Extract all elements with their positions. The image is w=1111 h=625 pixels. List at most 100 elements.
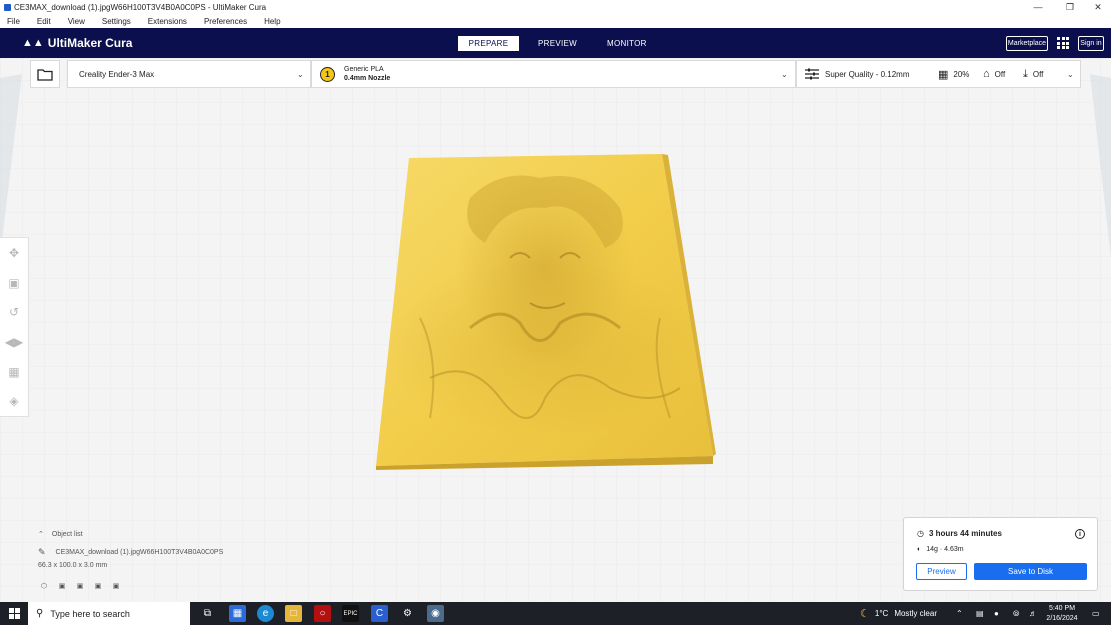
infill-value: 20% xyxy=(953,69,970,79)
tab-monitor[interactable]: MONITOR xyxy=(596,36,658,51)
network-icon[interactable]: ▤ xyxy=(976,602,984,625)
object-dimensions: 66.3 x 100.0 x 3.0 mm xyxy=(38,562,108,569)
search-icon: ⚲ xyxy=(36,608,44,619)
window-title-bar: CE3MAX_download (1).jpgW66H100T3V4B0A0C0… xyxy=(0,0,1111,14)
per-model-settings-icon[interactable]: ▦ xyxy=(0,357,29,387)
model-lithophane[interactable] xyxy=(376,154,716,470)
3d-view-icon[interactable]: ⬡ xyxy=(38,580,50,592)
rotate-tool-icon[interactable]: ↺ xyxy=(0,297,29,327)
adhesion-icon: ⤓ xyxy=(1023,67,1028,80)
print-time: 3 hours 44 minutes xyxy=(928,529,1002,538)
printer-name: Creality Ender-3 Max xyxy=(79,69,155,79)
logo-text: UltiMaker Cura xyxy=(47,36,133,50)
windows-taskbar: ⚲ Type here to search ⧉ ▦ e □ ○ EPIC C ⚙… xyxy=(0,602,1111,625)
marketplace-button[interactable]: Marketplace xyxy=(1006,36,1048,51)
chevron-down-icon: ⌄ xyxy=(297,69,304,79)
menu-settings[interactable]: Settings xyxy=(102,17,131,26)
folder-icon xyxy=(37,68,53,81)
menu-preferences[interactable]: Preferences xyxy=(204,17,247,26)
object-list-heading: Object list xyxy=(51,530,83,538)
print-summary-panel: ◷ 3 hours 44 minutes i ◐ 14g · 4.63m Pre… xyxy=(903,517,1098,591)
apps-grid-icon[interactable] xyxy=(1057,37,1069,49)
top-view-icon[interactable]: ▣ xyxy=(74,580,86,592)
minimize-icon[interactable]: — xyxy=(1023,0,1053,14)
object-list-panel: ⌃ Object list ✎ CE3MAX_download (1).jpgW… xyxy=(36,528,296,596)
support-icon: ⌂ xyxy=(983,68,990,80)
cura-app-icon xyxy=(4,3,11,11)
settings-sliders-icon xyxy=(805,68,819,80)
support-value: Off xyxy=(994,69,1006,79)
signin-button[interactable]: Sign in xyxy=(1078,36,1104,51)
print-settings-selector[interactable]: Super Quality - 0.12mm ▦ 20% ⌂ Off ⤓ Off… xyxy=(796,60,1081,88)
app-icon-red[interactable]: ○ xyxy=(314,605,331,622)
menu-extensions[interactable]: Extensions xyxy=(148,17,187,26)
moon-icon: ☾ xyxy=(860,608,870,620)
tab-preview[interactable]: PREVIEW xyxy=(527,36,588,51)
chevron-down-icon: ⌄ xyxy=(781,69,788,79)
close-icon[interactable]: ✕ xyxy=(1083,0,1111,14)
clock-date: 2/16/2024 xyxy=(1046,615,1078,622)
task-view-icon[interactable]: ⧉ xyxy=(199,605,216,622)
front-view-icon[interactable]: ▣ xyxy=(56,580,68,592)
right-view-icon[interactable]: ▣ xyxy=(110,580,122,592)
stage-tabs: PREPARE PREVIEW MONITOR xyxy=(458,36,666,51)
wifi-icon[interactable]: ⦾ xyxy=(1013,602,1019,625)
preview-button[interactable]: Preview xyxy=(916,563,967,580)
weather-text: Mostly clear xyxy=(894,609,937,618)
nozzle-size: 0.4mm Nozzle xyxy=(344,75,391,82)
material-selector[interactable]: 1 Generic PLA 0.4mm Nozzle ⌄ xyxy=(311,60,796,88)
taskbar-search[interactable]: ⚲ Type here to search xyxy=(28,602,190,625)
camera-view-buttons: ⬡ ▣ ▣ ▣ ▣ xyxy=(38,580,122,592)
search-placeholder: Type here to search xyxy=(50,608,130,619)
chevron-up-icon: ⌃ xyxy=(38,531,44,538)
material-usage: 14g · 4.63m xyxy=(926,546,964,553)
restore-icon[interactable]: ❐ xyxy=(1055,0,1085,14)
transform-toolbar: ✥ ▣ ↺ ◀▶ ▦ ◈ xyxy=(0,237,29,417)
file-explorer-icon[interactable]: □ xyxy=(285,605,302,622)
save-to-disk-button[interactable]: Save to Disk xyxy=(974,563,1087,580)
open-file-button[interactable] xyxy=(30,60,60,88)
infill-icon: ▦ xyxy=(938,68,949,81)
material-name: Generic PLA xyxy=(344,66,384,73)
store-icon[interactable]: ▦ xyxy=(229,605,246,622)
pencil-icon[interactable]: ✎ xyxy=(38,547,46,558)
menu-help[interactable]: Help xyxy=(264,17,280,26)
weather-widget[interactable]: ☾ 1°C Mostly clear xyxy=(860,602,937,625)
tab-prepare[interactable]: PREPARE xyxy=(458,36,519,51)
scale-tool-icon[interactable]: ▣ xyxy=(0,268,29,298)
clock-time: 5:40 PM xyxy=(1048,605,1076,612)
support-blocker-icon[interactable]: ◈ xyxy=(0,386,29,416)
extruder-badge: 1 xyxy=(320,66,335,82)
object-list-toggle[interactable]: ⌃ Object list xyxy=(38,530,83,539)
microphone-icon[interactable]: ● xyxy=(994,602,999,625)
printer-selector[interactable]: Creality Ender-3 Max ⌄ xyxy=(67,60,311,88)
menu-view[interactable]: View xyxy=(68,17,85,26)
app-header: ▲▲ UltiMaker Cura PREPARE PREVIEW MONITO… xyxy=(0,28,1111,58)
clock-icon: ◷ xyxy=(917,529,924,538)
epic-games-icon[interactable]: EPIC xyxy=(342,605,359,622)
logo: ▲▲ UltiMaker Cura xyxy=(22,36,132,50)
quality-profile: Super Quality - 0.12mm xyxy=(825,69,910,79)
menu-file[interactable]: File xyxy=(7,17,20,26)
left-view-icon[interactable]: ▣ xyxy=(92,580,104,592)
mirror-tool-icon[interactable]: ◀▶ xyxy=(0,327,29,357)
chevron-down-icon: ⌄ xyxy=(1067,69,1074,79)
info-icon[interactable]: i xyxy=(1075,529,1085,539)
spool-icon: ◐ xyxy=(917,546,922,553)
edge-icon[interactable]: e xyxy=(257,605,274,622)
taskbar-clock[interactable]: 5:40 PM 2/16/2024 xyxy=(1040,604,1084,624)
weather-temp: 1°C xyxy=(874,609,889,618)
move-tool-icon[interactable]: ✥ xyxy=(0,238,29,268)
menu-edit[interactable]: Edit xyxy=(37,17,51,26)
app-icon-gear[interactable]: ⚙ xyxy=(399,605,416,622)
window-title: CE3MAX_download (1).jpgW66H100T3V4B0A0C0… xyxy=(14,2,267,12)
adhesion-value: Off xyxy=(1032,69,1044,79)
menu-bar: File Edit View Settings Extensions Prefe… xyxy=(0,14,1111,28)
windows-start-icon[interactable] xyxy=(9,608,20,619)
notification-icon[interactable]: ▭ xyxy=(1092,602,1100,625)
camera-app-icon[interactable]: ◉ xyxy=(427,605,444,622)
chevron-up-icon[interactable]: ⌃ xyxy=(956,602,963,625)
cura-taskbar-icon[interactable]: C xyxy=(371,605,388,622)
volume-icon[interactable]: ♬ xyxy=(1029,602,1037,625)
ultimaker-logo-icon: ▲▲ xyxy=(22,37,44,49)
